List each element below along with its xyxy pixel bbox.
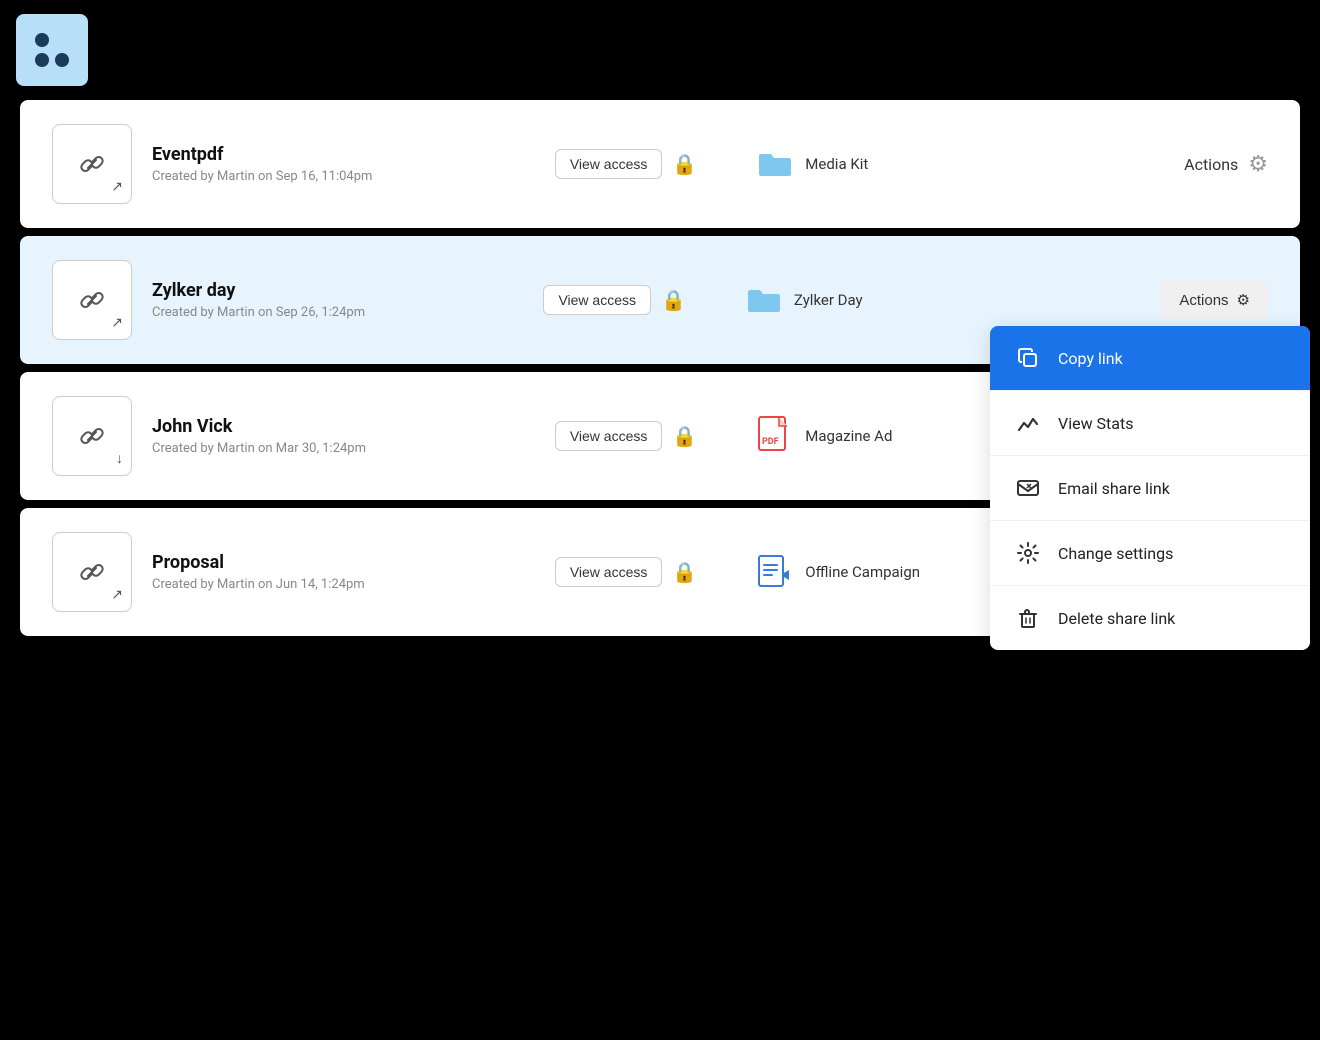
view-access-btn-proposal[interactable]: View access [555, 557, 663, 587]
share-info-proposal: Proposal Created by Martin on Jun 14, 1:… [152, 552, 539, 592]
folder-section-zylkerday: Zylker Day [746, 286, 1121, 314]
link-icon-zylkerday: ↗ [52, 260, 132, 340]
link-icon-johnvick: ↓ [52, 396, 132, 476]
dropdown-email-share[interactable]: Email share link [990, 456, 1310, 521]
email-icon [1014, 474, 1042, 502]
actions-section-zylkerday: Actions ⚙ [1161, 281, 1268, 319]
lock-icon-proposal: 🔒 [672, 560, 697, 584]
view-access-btn-zylkerday[interactable]: View access [543, 285, 651, 315]
share-name-proposal: Proposal [152, 552, 539, 573]
share-row-eventpdf: ↗ Eventpdf Created by Martin on Sep 16, … [20, 100, 1300, 228]
folder-section-eventpdf: Media Kit [757, 150, 1144, 178]
actions-dropdown: Copy link View Stats [990, 326, 1310, 650]
dot-4 [55, 53, 69, 67]
email-share-label: Email share link [1058, 479, 1170, 498]
dropdown-copy-link[interactable]: Copy link [990, 326, 1310, 391]
dropdown-view-stats[interactable]: View Stats [990, 391, 1310, 456]
actions-label-zylkerday: Actions [1179, 292, 1228, 309]
settings-icon [1014, 539, 1042, 567]
top-bar [0, 0, 1320, 100]
share-meta-zylkerday: Created by Martin on Sep 26, 1:24pm [152, 305, 527, 320]
folder-name-eventpdf: Media Kit [805, 155, 868, 173]
campaign-icon-proposal [757, 554, 793, 590]
actions-label-eventpdf: Actions [1184, 155, 1238, 174]
arrow-external-eventpdf: ↗ [111, 179, 123, 195]
folder-icon-zylkerday [746, 286, 782, 314]
actions-btn-zylkerday[interactable]: Actions ⚙ [1161, 281, 1268, 319]
share-name-zylkerday: Zylker day [152, 280, 527, 301]
share-info-eventpdf: Eventpdf Created by Martin on Sep 16, 11… [152, 144, 539, 184]
svg-text:PDF: PDF [762, 437, 779, 447]
lock-icon-zylkerday: 🔒 [661, 288, 686, 312]
change-settings-label: Change settings [1058, 544, 1173, 563]
dropdown-change-settings[interactable]: Change settings [990, 521, 1310, 586]
main-content: ↗ Eventpdf Created by Martin on Sep 16, … [0, 100, 1320, 656]
lock-icon-johnvick: 🔒 [672, 424, 697, 448]
arrow-external-zylkerday: ↗ [111, 315, 123, 331]
stats-icon [1014, 409, 1042, 437]
share-name-johnvick: John Vick [152, 416, 539, 437]
share-meta-johnvick: Created by Martin on Mar 30, 1:24pm [152, 441, 539, 456]
view-stats-label: View Stats [1058, 414, 1133, 433]
share-meta-proposal: Created by Martin on Jun 14, 1:24pm [152, 577, 539, 592]
logo-dots [27, 25, 77, 75]
folder-name-johnvick: Magazine Ad [805, 427, 892, 445]
actions-section-eventpdf: Actions ⚙ [1184, 152, 1268, 177]
trash-icon [1014, 604, 1042, 632]
arrow-down-johnvick: ↓ [116, 450, 123, 467]
gear-icon-eventpdf[interactable]: ⚙ [1248, 152, 1268, 177]
dot-1 [35, 33, 49, 47]
arrow-external-proposal: ↗ [111, 587, 123, 603]
share-name-eventpdf: Eventpdf [152, 144, 539, 165]
link-icon-proposal: ↗ [52, 532, 132, 612]
view-access-btn-eventpdf[interactable]: View access [555, 149, 663, 179]
folder-icon-eventpdf [757, 150, 793, 178]
app-logo [16, 14, 88, 86]
dropdown-delete-link[interactable]: Delete share link [990, 586, 1310, 650]
delete-link-label: Delete share link [1058, 609, 1175, 628]
dot-3 [35, 53, 49, 67]
folder-name-zylkerday: Zylker Day [794, 291, 863, 309]
share-info-johnvick: John Vick Created by Martin on Mar 30, 1… [152, 416, 539, 456]
share-info-zylkerday: Zylker day Created by Martin on Sep 26, … [152, 280, 527, 320]
link-icon-eventpdf: ↗ [52, 124, 132, 204]
share-row-zylkerday: ↗ Zylker day Created by Martin on Sep 26… [20, 236, 1300, 364]
pdf-icon-johnvick: PDF [757, 416, 793, 456]
gear-icon-zylkerday: ⚙ [1237, 291, 1250, 309]
copy-link-label: Copy link [1058, 349, 1123, 368]
view-access-btn-johnvick[interactable]: View access [555, 421, 663, 451]
dot-2 [55, 33, 69, 47]
share-meta-eventpdf: Created by Martin on Sep 16, 11:04pm [152, 169, 539, 184]
copy-icon [1014, 344, 1042, 372]
folder-name-proposal: Offline Campaign [805, 563, 920, 581]
lock-icon-eventpdf: 🔒 [672, 152, 697, 176]
